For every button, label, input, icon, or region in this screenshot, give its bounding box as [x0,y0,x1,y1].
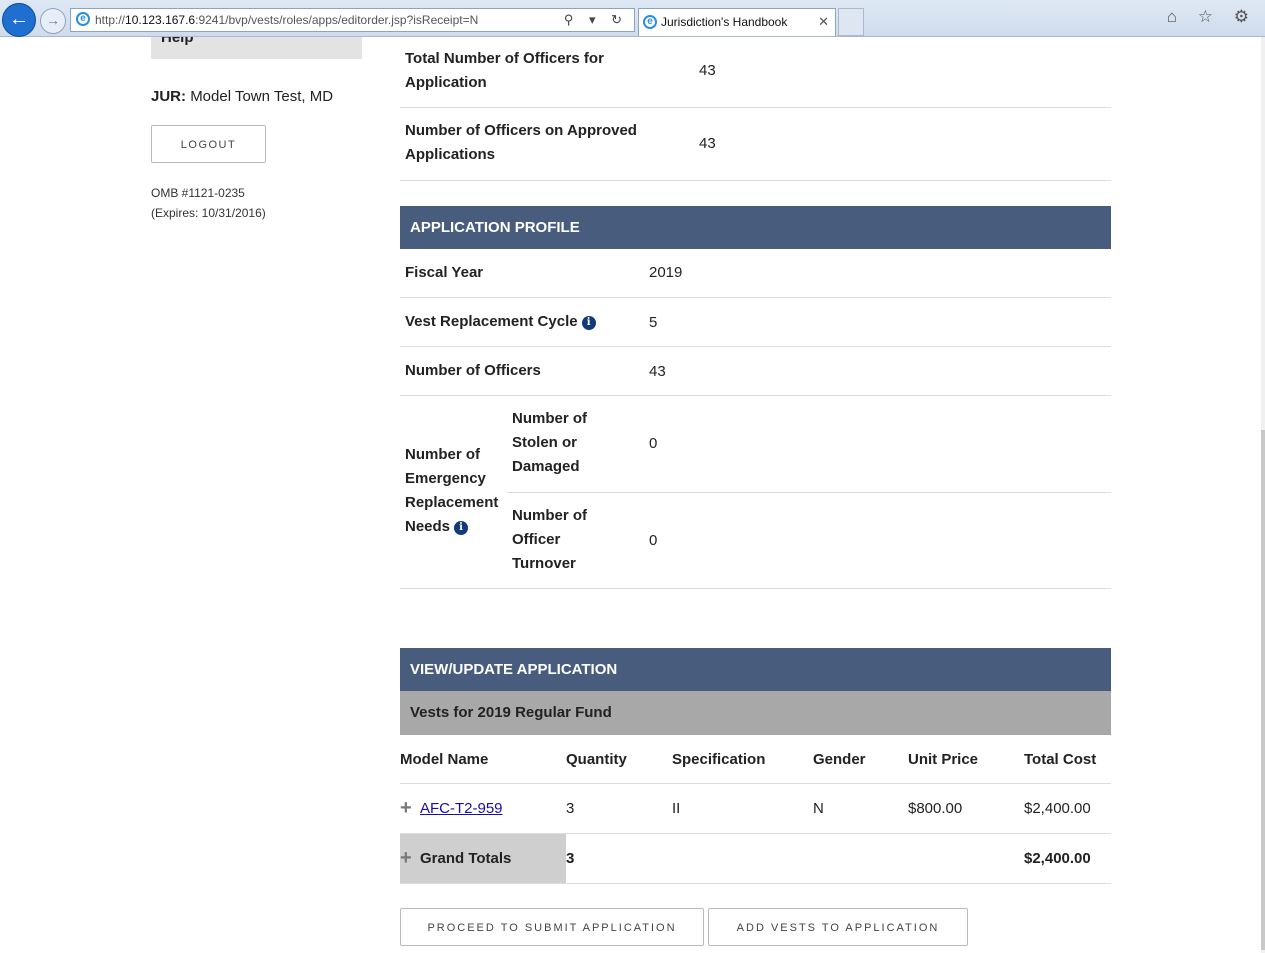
omb-number: OMB #1121-0235 [151,186,245,200]
turnover-label: Number of Officer Turnover [512,507,587,572]
address-tools-icons[interactable]: ⚲ ▾ ↻ [564,9,628,31]
fiscal-year-value: 2019 [649,264,683,281]
main-content: Total Number of Officers for Application… [400,37,1111,884]
vest-cycle-label: Vest Replacement Cycle [405,313,578,330]
browser-tab[interactable]: e Jurisdiction's Handbook ✕ [638,8,836,36]
column-header: Model Name [400,735,566,784]
url-prefix: http:// [95,13,126,27]
back-arrow-icon[interactable]: ← [2,3,36,37]
forward-arrow-icon[interactable]: → [40,8,66,34]
ie-logo-icon: e [76,12,90,26]
application-profile-heading: APPLICATION PROFILE [400,206,1111,249]
number-officers-label: Number of Officers [405,362,541,379]
column-header: Specification [672,735,813,784]
table-header-row: Model Name Quantity Specification Gender… [400,735,1111,784]
expand-plus-icon[interactable]: + [400,797,420,820]
address-bar[interactable]: e http://10.123.167.6:9241/bvp/vests/rol… [70,8,635,32]
column-header: Unit Price [908,735,1024,784]
emergency-needs-row: Number of Emergency Replacement Needs i N… [400,396,1111,589]
column-header: Gender [813,735,908,784]
jurisdiction-info: JUR: Model Town Test, MD [151,88,333,105]
scrollbar-thumb[interactable] [1261,430,1265,950]
jur-value: Model Town Test, MD [190,88,334,105]
emergency-needs-label: Number of Emergency Replacement Needs [405,446,499,535]
tab-ie-logo-icon: e [643,15,657,29]
emergency-needs-label-wrap: Number of Emergency Replacement Needs i [405,443,505,539]
turnover-value: 0 [649,532,658,549]
tab-title: Jurisdiction's Handbook [661,15,788,29]
vest-cycle-value: 5 [649,314,658,331]
quantity-cell: 3 [566,783,672,834]
add-vests-button[interactable]: ADD VESTS TO APPLICATION [708,908,968,946]
fiscal-year-label: Fiscal Year [405,264,484,281]
approved-officers-value: 43 [699,135,716,152]
vests-table: Model Name Quantity Specification Gender… [400,735,1111,884]
logout-button[interactable]: LOGOUT [151,125,266,163]
unit-price-cell: $800.00 [908,783,1024,834]
help-label: Help [161,37,194,46]
turnover-subrow: Number of Officer Turnover 0 [507,493,1111,588]
grand-total-cost-cell: $2,400.00 [1024,833,1111,884]
stolen-label: Number of Stolen or Damaged [512,410,587,475]
omb-expires: (Expires: 10/31/2016) [151,206,266,220]
info-icon[interactable]: i [454,521,469,535]
omb-info: OMB #1121-0235 (Expires: 10/31/2016) [151,183,266,223]
stolen-value: 0 [649,435,658,452]
table-row: + AFC-T2-959 3 II N $800.00 $2,400.00 [400,783,1111,834]
number-officers-value: 43 [649,363,666,380]
close-tab-icon[interactable]: ✕ [818,9,829,35]
url-path: :9241/bvp/vests/roles/apps/editorder.jsp… [195,13,479,27]
column-header: Quantity [566,735,672,784]
total-cost-cell: $2,400.00 [1024,783,1111,834]
total-officers-row: Total Number of Officers for Application… [400,37,1111,108]
view-update-application-heading: VIEW/UPDATE APPLICATION [400,648,1111,691]
approved-officers-label: Number of Officers on Approved Applicati… [405,122,637,163]
vest-cycle-label-wrap: Vest Replacement Cycle i [405,310,596,334]
browser-chrome: ← → e http://10.123.167.6:9241/bvp/vests… [0,0,1265,37]
fiscal-year-row: Fiscal Year 2019 [400,249,1111,298]
model-link[interactable]: AFC-T2-959 [420,800,503,817]
help-menu-item[interactable]: Help [151,37,362,59]
new-tab-button[interactable] [838,8,864,36]
url-host: 10.123.167.6 [125,13,196,27]
grand-quantity-cell: 3 [566,833,672,884]
approved-officers-row: Number of Officers on Approved Applicati… [400,108,1111,181]
home-favorites-tools-icons[interactable]: ⌂ ☆ ⚙ [1167,7,1257,27]
vest-cycle-row: Vest Replacement Cycle i 5 [400,298,1111,347]
fund-subheading: Vests for 2019 Regular Fund [400,691,1111,735]
total-officers-value: 43 [699,62,716,79]
specification-cell: II [672,783,813,834]
grand-totals-cell: + Grand Totals [400,833,566,884]
grand-totals-row: + Grand Totals 3 $2,400.00 [400,833,1111,884]
stolen-subrow: Number of Stolen or Damaged 0 [507,396,1111,493]
grand-totals-label: Grand Totals [420,850,512,867]
total-officers-label: Total Number of Officers for Application [405,50,604,91]
gender-cell: N [813,783,908,834]
expand-plus-icon[interactable]: + [400,847,420,870]
info-icon[interactable]: i [581,316,596,330]
model-cell: + AFC-T2-959 [400,783,566,834]
column-header: Total Cost [1024,735,1111,784]
jur-label: JUR: [151,88,187,105]
proceed-to-submit-button[interactable]: PROCEED TO SUBMIT APPLICATION [400,908,704,946]
number-officers-row: Number of Officers 43 [400,347,1111,396]
